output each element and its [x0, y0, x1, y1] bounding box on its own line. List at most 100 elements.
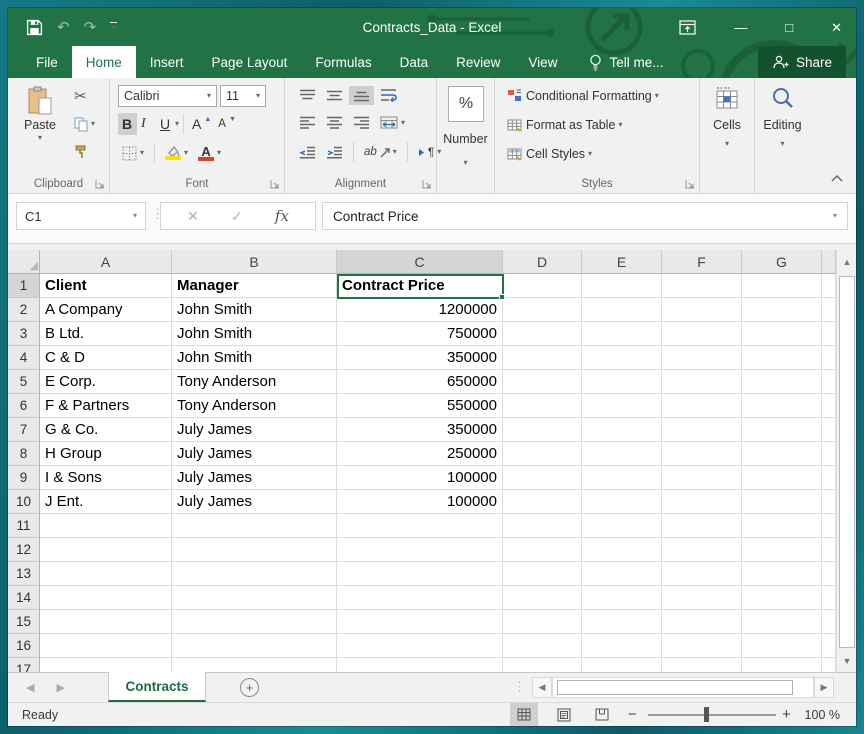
cell[interactable]: [662, 442, 742, 466]
row-header-7[interactable]: 7: [8, 418, 40, 442]
cell[interactable]: [822, 634, 836, 658]
cell[interactable]: John Smith: [172, 322, 337, 346]
shrink-font-button[interactable]: A▼: [214, 115, 239, 133]
cell[interactable]: Manager: [172, 274, 337, 298]
cell[interactable]: [337, 610, 503, 634]
styles-item-cell-styles[interactable]: Cell Styles▾: [503, 142, 663, 166]
cell[interactable]: [822, 322, 836, 346]
top-align-button[interactable]: [295, 86, 320, 105]
cell[interactable]: [822, 346, 836, 370]
cell[interactable]: 350000: [337, 346, 503, 370]
insert-function-icon[interactable]: fx: [275, 207, 289, 225]
cell[interactable]: [503, 298, 582, 322]
dropdown-icon[interactable]: ▾: [463, 158, 467, 167]
cell[interactable]: [662, 490, 742, 514]
tab-bar-grip[interactable]: ⋮: [513, 679, 526, 695]
cell[interactable]: [172, 538, 337, 562]
vertical-scrollbar[interactable]: ▲ ▼: [836, 250, 856, 672]
italic-button[interactable]: I: [137, 113, 156, 135]
cell[interactable]: [822, 370, 836, 394]
cell[interactable]: [582, 610, 662, 634]
close-button[interactable]: ✕: [831, 21, 842, 34]
cells-button[interactable]: Cells ▾: [700, 86, 754, 148]
row-header-14[interactable]: 14: [8, 586, 40, 610]
select-all-corner[interactable]: ◢: [8, 250, 40, 274]
column-header-A[interactable]: A: [40, 250, 172, 274]
align-left-button[interactable]: [295, 113, 320, 132]
cell[interactable]: I & Sons: [40, 466, 172, 490]
merge-center-button[interactable]: ▾: [376, 113, 409, 132]
zoom-slider-track[interactable]: [648, 714, 776, 716]
normal-view-button[interactable]: [510, 703, 538, 726]
cell[interactable]: [662, 346, 742, 370]
cell[interactable]: [582, 418, 662, 442]
cell[interactable]: [822, 514, 836, 538]
underline-button[interactable]: U: [156, 113, 175, 135]
cell[interactable]: [503, 610, 582, 634]
row-header-13[interactable]: 13: [8, 562, 40, 586]
cell[interactable]: [742, 562, 822, 586]
row-header-5[interactable]: 5: [8, 370, 40, 394]
tab-review[interactable]: Review: [442, 46, 514, 78]
scroll-down-icon[interactable]: ▼: [837, 651, 856, 671]
cell[interactable]: [337, 514, 503, 538]
cell[interactable]: [662, 322, 742, 346]
cell[interactable]: [582, 658, 662, 672]
row-header-6[interactable]: 6: [8, 394, 40, 418]
enter-icon[interactable]: ✓: [231, 208, 243, 225]
cell[interactable]: [742, 370, 822, 394]
cell[interactable]: 1200000: [337, 298, 503, 322]
cell[interactable]: [337, 586, 503, 610]
row-header-10[interactable]: 10: [8, 490, 40, 514]
column-header-D[interactable]: D: [503, 250, 582, 274]
cell[interactable]: [582, 466, 662, 490]
column-header-partial[interactable]: [822, 250, 836, 274]
collapse-ribbon-icon[interactable]: [830, 174, 844, 183]
column-header-B[interactable]: B: [172, 250, 337, 274]
row-header-9[interactable]: 9: [8, 466, 40, 490]
cell[interactable]: [742, 442, 822, 466]
cell[interactable]: July James: [172, 466, 337, 490]
row-header-4[interactable]: 4: [8, 346, 40, 370]
horizontal-scroll-thumb[interactable]: [557, 680, 793, 695]
expand-formula-bar-icon[interactable]: ▾: [833, 212, 837, 220]
cell[interactable]: [503, 370, 582, 394]
row-header-15[interactable]: 15: [8, 610, 40, 634]
cell[interactable]: [503, 394, 582, 418]
cell[interactable]: [822, 466, 836, 490]
cell[interactable]: C & D: [40, 346, 172, 370]
cell[interactable]: [172, 586, 337, 610]
cell[interactable]: [503, 346, 582, 370]
name-box[interactable]: C1 ▾: [16, 202, 146, 230]
cell[interactable]: [337, 658, 503, 672]
editing-button[interactable]: Editing ▾: [755, 86, 810, 148]
cell[interactable]: [40, 634, 172, 658]
cell[interactable]: [40, 562, 172, 586]
cell[interactable]: [582, 538, 662, 562]
cell[interactable]: [582, 274, 662, 298]
cell[interactable]: [662, 562, 742, 586]
cell[interactable]: [822, 394, 836, 418]
cell[interactable]: [582, 562, 662, 586]
copy-button[interactable]: ▾: [70, 114, 99, 134]
cell[interactable]: 550000: [337, 394, 503, 418]
cell[interactable]: [582, 370, 662, 394]
cell[interactable]: [172, 514, 337, 538]
cell[interactable]: [662, 610, 742, 634]
minimize-button[interactable]: —: [734, 21, 747, 34]
cell[interactable]: Contract Price: [337, 274, 503, 298]
cell[interactable]: [503, 322, 582, 346]
cell[interactable]: [822, 442, 836, 466]
cell[interactable]: [503, 562, 582, 586]
cell[interactable]: [40, 658, 172, 672]
cell[interactable]: [662, 418, 742, 442]
cell[interactable]: J Ent.: [40, 490, 172, 514]
cell[interactable]: 350000: [337, 418, 503, 442]
cell[interactable]: [662, 514, 742, 538]
cell[interactable]: [503, 658, 582, 672]
tab-view[interactable]: View: [514, 46, 571, 78]
cell[interactable]: B Ltd.: [40, 322, 172, 346]
cell[interactable]: [503, 274, 582, 298]
cell[interactable]: 750000: [337, 322, 503, 346]
cell[interactable]: [822, 562, 836, 586]
